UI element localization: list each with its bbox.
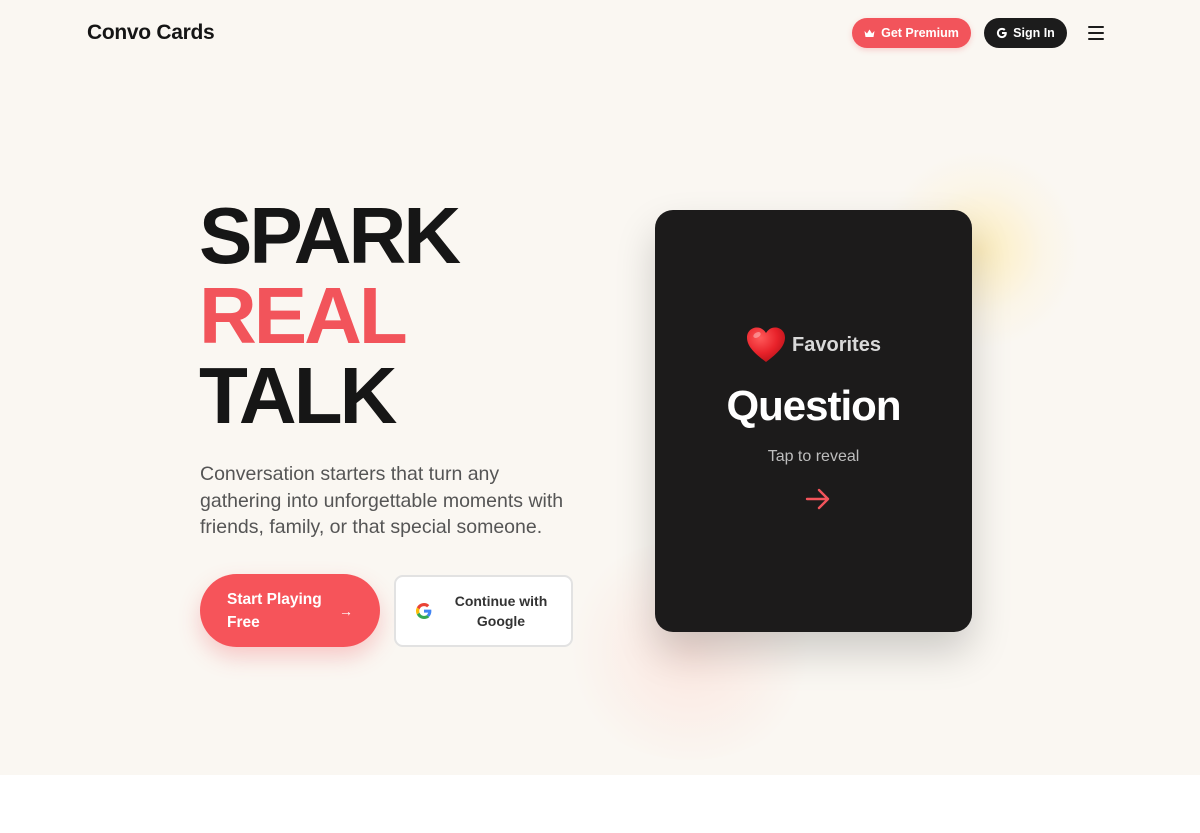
google-g-icon <box>997 27 1007 39</box>
sign-in-button[interactable]: Sign In <box>984 18 1067 48</box>
hamburger-menu-icon[interactable] <box>1088 26 1104 40</box>
crown-icon <box>864 29 875 37</box>
hero-description: Conversation starters that turn any gath… <box>200 463 564 538</box>
card-title: Question <box>726 382 901 429</box>
card-category: Favorites <box>655 326 972 364</box>
sign-in-label: Sign In <box>1013 26 1055 40</box>
card-category-label: Favorites <box>792 333 881 356</box>
get-premium-label: Get Premium <box>881 26 959 40</box>
continue-with-google-button[interactable]: Continue with Google <box>394 575 573 647</box>
logo[interactable]: Convo Cards <box>87 21 215 45</box>
google-logo-icon <box>416 603 432 619</box>
headline-line-3: TALK <box>199 351 397 440</box>
hero-section: Convo Cards Get Premium Sign In SPARK RE… <box>0 0 1200 775</box>
card-hint: Tap to reveal <box>767 448 860 465</box>
start-playing-label: Start Playing Free <box>227 590 322 631</box>
arrow-right-icon[interactable] <box>805 487 831 511</box>
headline-line-2: REAL <box>199 271 408 360</box>
start-playing-button[interactable]: Start Playing Free → <box>200 574 380 647</box>
arrow-right-icon: → <box>339 602 353 619</box>
hero-headline: SPARK REAL TALK <box>199 191 461 440</box>
get-premium-button[interactable]: Get Premium <box>852 18 971 48</box>
heart-icon <box>747 327 786 362</box>
headline-line-1: SPARK <box>199 191 461 280</box>
continue-with-google-label: Continue with Google <box>454 593 548 629</box>
question-card[interactable]: Favorites Question Tap to reveal <box>655 210 972 632</box>
